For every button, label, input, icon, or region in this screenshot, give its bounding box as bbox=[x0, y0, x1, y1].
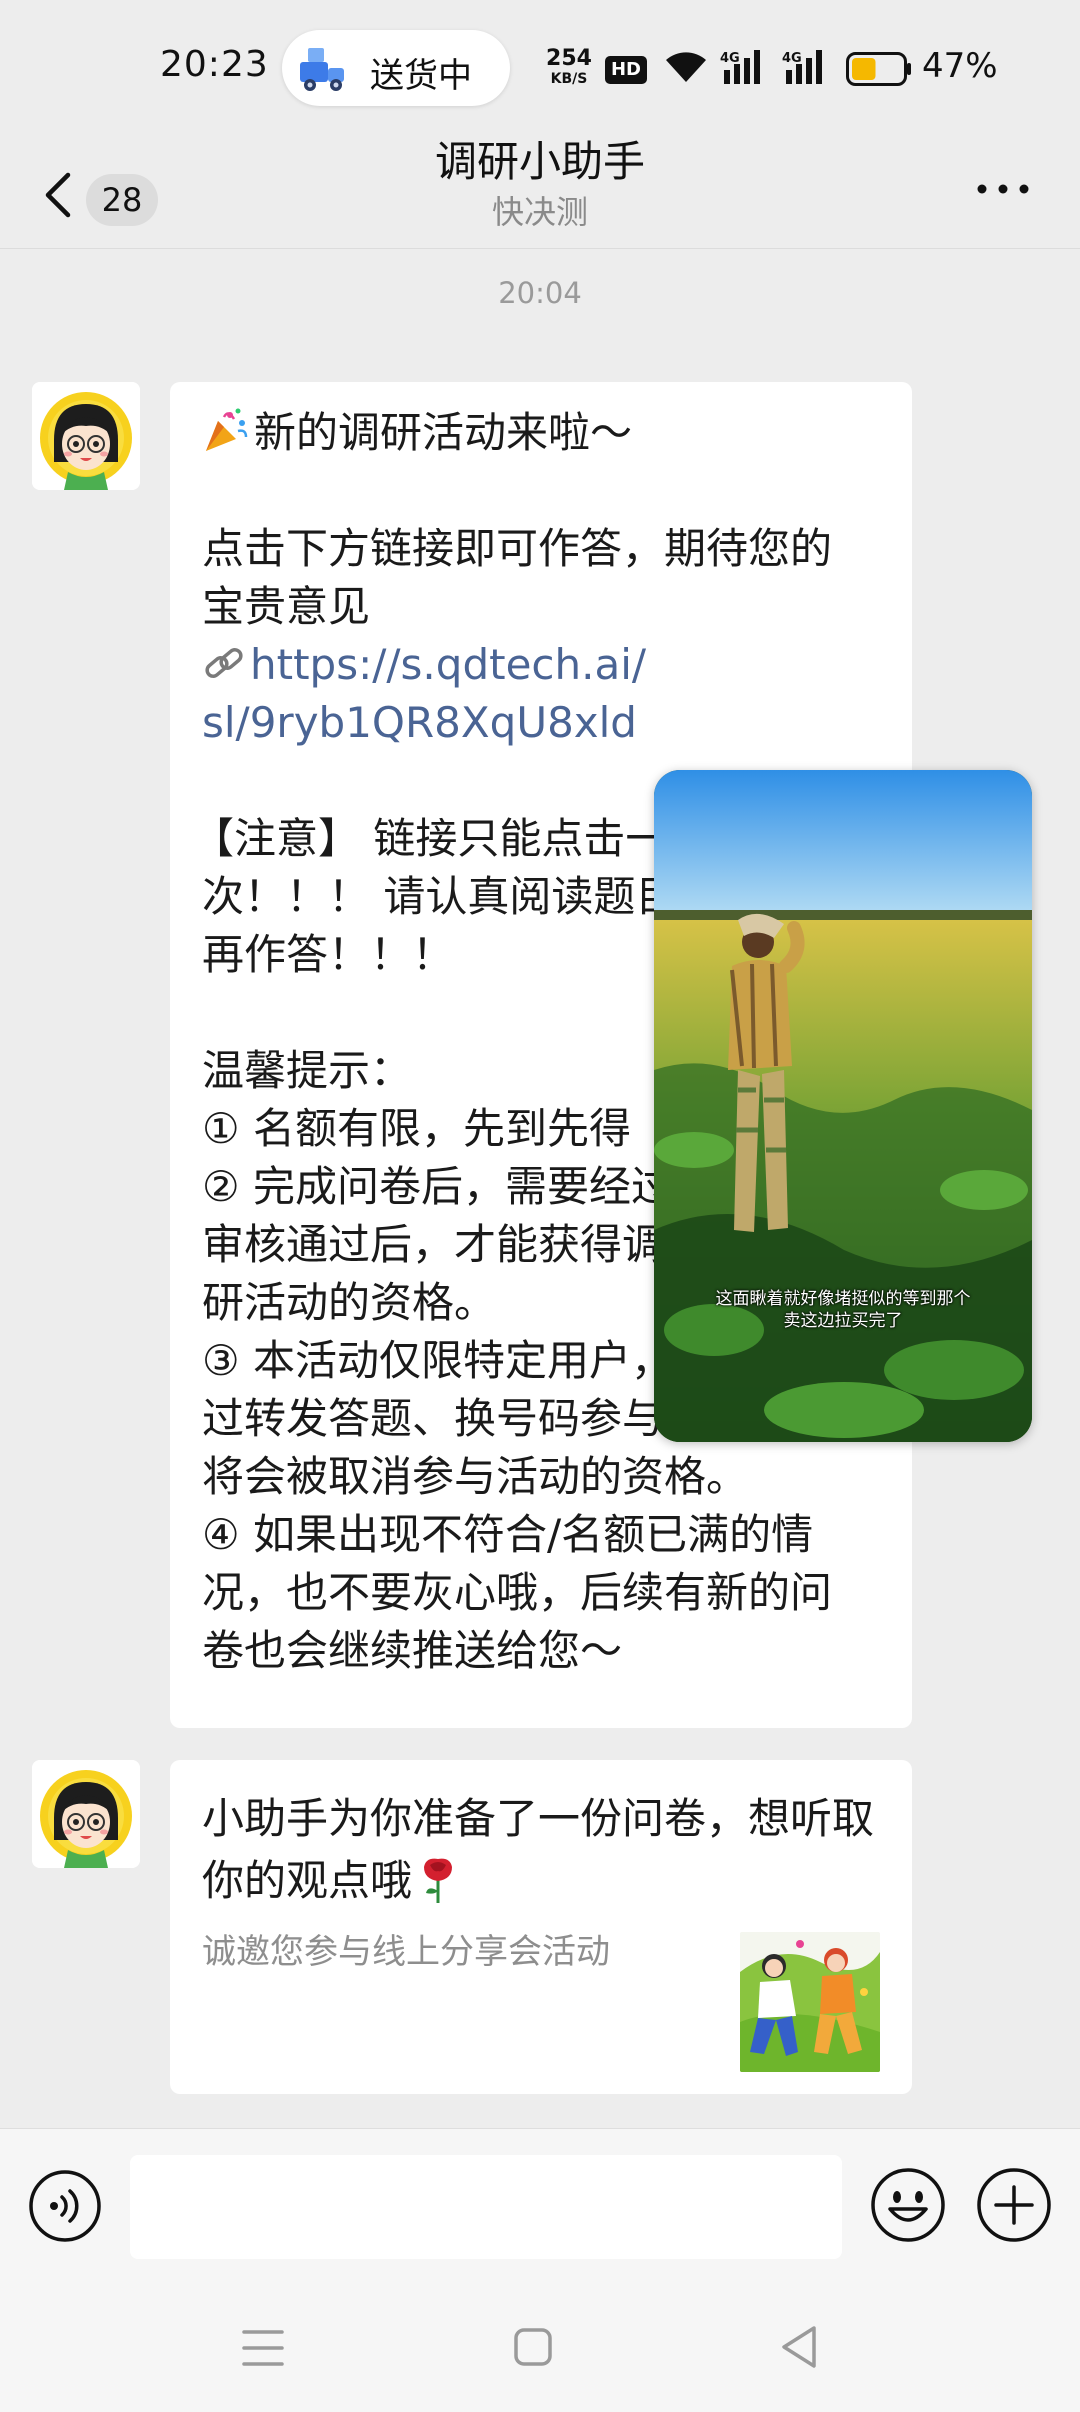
battery-percent: 47% bbox=[922, 46, 998, 86]
battery-icon bbox=[846, 52, 911, 86]
survey-card-message[interactable]: 小助手为你准备了一份问卷，想听取你的观点哦 诚邀您参与线上分享会活动 bbox=[170, 1760, 912, 2094]
video-subtitle: 这面瞅着就好像堵挺似的等到那个 卖这边拉买完了 bbox=[715, 1289, 971, 1331]
message-line: 况，也不要灰心哦，后续有新的问 bbox=[202, 1568, 833, 1617]
card-description: 诚邀您参与线上分享会活动 bbox=[202, 1932, 610, 1972]
message-text-input[interactable] bbox=[130, 2155, 842, 2259]
assistant-avatar-image bbox=[32, 382, 140, 490]
message-line: 宝贵意见 bbox=[202, 582, 371, 631]
live-activity-label: 送货中 bbox=[370, 56, 472, 96]
message-line: ④ 如果出现不符合/名额已满的情 bbox=[202, 1510, 814, 1559]
nav-back-icon[interactable] bbox=[778, 2324, 820, 2370]
rose-icon bbox=[424, 1858, 453, 1903]
sender-avatar[interactable] bbox=[32, 382, 140, 490]
party-popper-icon bbox=[206, 408, 248, 451]
wifi-icon bbox=[666, 52, 706, 82]
hd-voice-badge: HD bbox=[605, 56, 647, 84]
chat-subtitle: 快决测 bbox=[491, 193, 588, 231]
system-navigation-bar bbox=[0, 2282, 1080, 2412]
chat-header: 28 调研小助手 快决测 bbox=[0, 132, 1080, 248]
assistant-avatar-image bbox=[32, 1760, 140, 1868]
video-frame-image bbox=[654, 770, 1032, 1442]
cell-signal-2-icon: 4G bbox=[782, 50, 822, 84]
network-speed-unit: KB/S bbox=[550, 71, 588, 87]
message-input-bar bbox=[0, 2128, 1080, 2282]
survey-link-line-2[interactable]: sl/9ryb1QR8XqU8xld bbox=[202, 694, 884, 752]
status-time: 20:23 bbox=[160, 44, 269, 85]
voice-input-icon[interactable] bbox=[28, 2169, 102, 2243]
more-dots-icon[interactable] bbox=[968, 164, 1038, 214]
nav-home-icon[interactable] bbox=[512, 2326, 554, 2368]
delivery-truck-icon bbox=[300, 48, 344, 91]
live-activity-pill[interactable]: 送货中 bbox=[282, 30, 510, 106]
sender-avatar[interactable] bbox=[32, 1760, 140, 1868]
message-line: 新的调研活动来啦～ bbox=[202, 404, 884, 462]
plus-circle-icon[interactable] bbox=[976, 2167, 1052, 2243]
status-bar: 20:23 送货中 254 KB/S HD 4G 4G 47% bbox=[0, 0, 1080, 132]
nav-menu-icon[interactable] bbox=[240, 2326, 286, 2370]
signal-1-label: 4G bbox=[720, 51, 740, 66]
network-speed-value: 254 bbox=[546, 46, 592, 71]
cell-signal-1-icon: 4G bbox=[720, 50, 760, 84]
floating-video-window[interactable]: 这面瞅着就好像堵挺似的等到那个 卖这边拉买完了 bbox=[654, 770, 1032, 1442]
card-thumbnail-image bbox=[740, 1932, 880, 2072]
message-timestamp: 20:04 bbox=[498, 276, 582, 310]
emoji-smile-icon[interactable] bbox=[870, 2167, 946, 2243]
chat-title: 调研小助手 bbox=[434, 137, 645, 186]
message-line: 将会被取消参与活动的资格。 bbox=[202, 1452, 749, 1501]
link-icon bbox=[205, 648, 243, 678]
message-line: 卷也会继续推送给您～ bbox=[202, 1626, 623, 1675]
message-line: 点击下方链接即可作答，期待您的 bbox=[202, 524, 833, 573]
network-speed: 254 KB/S bbox=[543, 46, 595, 87]
signal-2-label: 4G bbox=[782, 51, 802, 66]
header-divider bbox=[0, 248, 1080, 249]
card-title: 小助手为你准备了一份问卷，想听取你的观点哦 bbox=[202, 1794, 875, 1905]
survey-link-line-1[interactable]: https://s.qdtech.ai/ bbox=[202, 636, 884, 694]
